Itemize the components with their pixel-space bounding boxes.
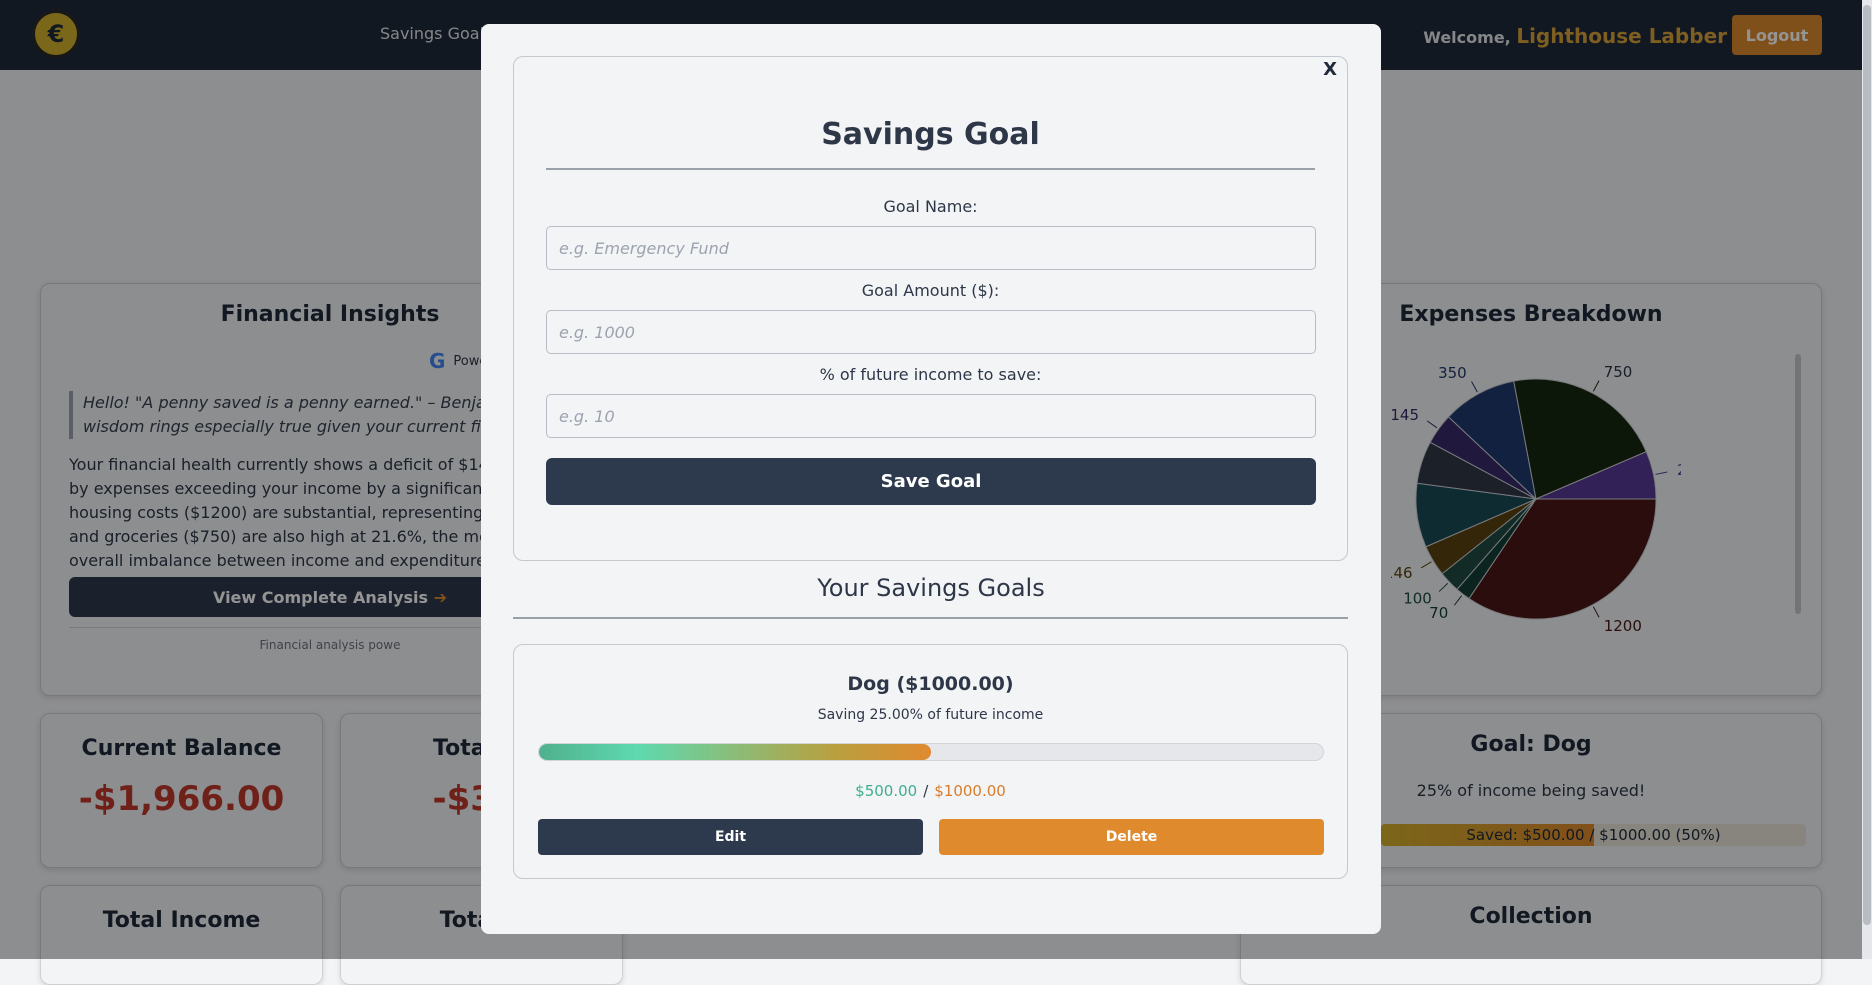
goal-name-input[interactable]	[546, 226, 1316, 270]
your-savings-goals-heading: Your Savings Goals	[817, 574, 1045, 602]
goal-item-progress-fill	[539, 744, 931, 760]
page-scrollbar-thumb[interactable]	[1863, 5, 1871, 925]
goal-amount-input[interactable]	[546, 310, 1316, 354]
goal-name-label: Goal Name:	[883, 197, 978, 216]
percent-income-input[interactable]	[546, 394, 1316, 438]
delete-goal-button[interactable]: Delete	[939, 819, 1324, 855]
goal-item-subtitle: Saving 25.00% of future income	[817, 707, 1044, 723]
goals-divider	[513, 617, 1348, 619]
edit-goal-button[interactable]: Edit	[538, 819, 923, 855]
goal-item-amounts: $500.00 / $1000.00	[514, 782, 1347, 800]
savings-goal-modal: X Savings Goal Goal Name: Goal Amount ($…	[481, 24, 1381, 934]
goal-item-progress-bar	[538, 743, 1324, 761]
goal-item-title: Dog ($1000.00)	[847, 673, 1014, 695]
page-scrollbar[interactable]	[1862, 0, 1872, 959]
goal-amount-label: Goal Amount ($):	[861, 281, 1000, 300]
close-button[interactable]: X	[1323, 59, 1337, 80]
percent-income-label: % of future income to save:	[819, 365, 1042, 384]
title-divider	[546, 168, 1315, 170]
savings-goal-form: X Savings Goal Goal Name: Goal Amount ($…	[513, 56, 1348, 561]
save-goal-button[interactable]: Save Goal	[546, 458, 1316, 505]
savings-goal-item: Dog ($1000.00) Saving 25.00% of future i…	[513, 644, 1348, 879]
form-title: Savings Goal	[821, 117, 1040, 152]
goal-item-separator: /	[923, 782, 929, 800]
goal-item-saved: $500.00	[855, 782, 918, 800]
goal-item-target: $1000.00	[934, 782, 1006, 800]
